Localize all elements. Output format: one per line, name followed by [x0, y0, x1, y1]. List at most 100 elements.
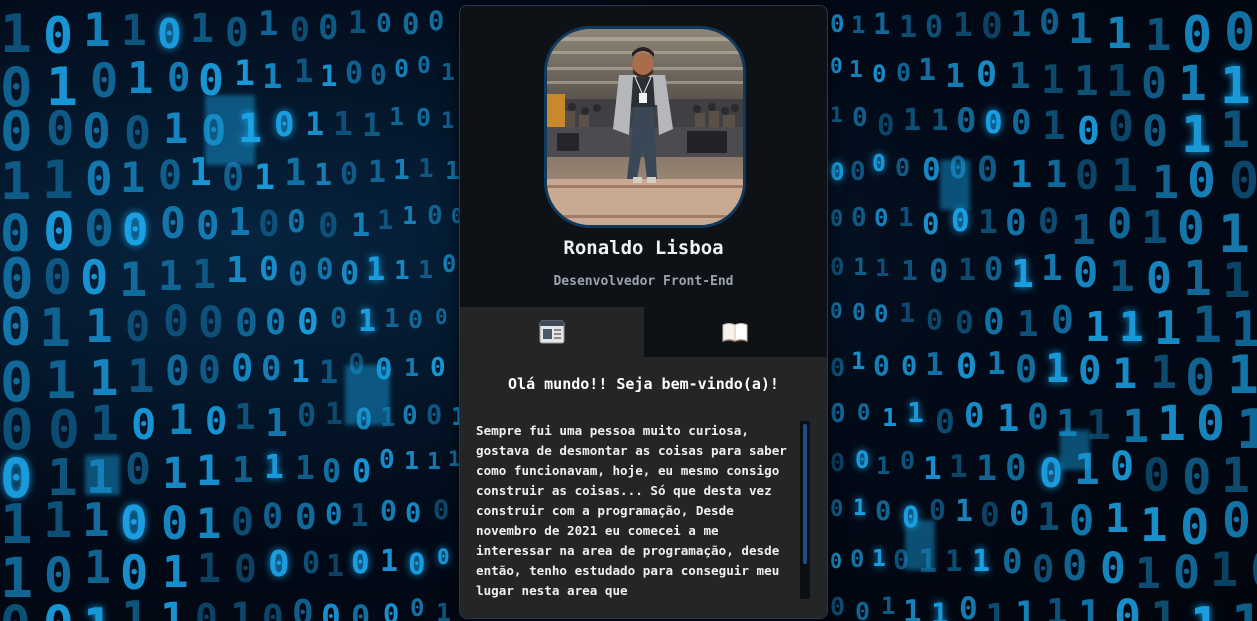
binary-digit: 1: [262, 57, 283, 97]
binary-digit: 0: [984, 105, 1003, 141]
binary-digit: 0: [165, 347, 190, 395]
binary-digit: 1: [976, 449, 998, 489]
binary-digit: 0: [295, 497, 317, 538]
binary-digit: 0: [830, 353, 846, 382]
binary-digit: 1: [953, 5, 973, 44]
binary-digit: 1: [1037, 495, 1060, 539]
background-glow: [1060, 430, 1090, 470]
tab-projects[interactable]: [643, 307, 827, 357]
profile-photo: [544, 26, 746, 228]
binary-digit: 0: [428, 6, 445, 37]
binary-digit: 0: [1075, 153, 1100, 199]
about-scrollbar[interactable]: [800, 421, 810, 599]
binary-digit: 1: [1078, 593, 1102, 621]
binary-digit: 1: [1045, 153, 1068, 196]
binary-digit: 0: [410, 594, 425, 621]
binary-digit: 1: [1017, 304, 1039, 345]
binary-digit: 1: [1157, 396, 1186, 452]
binary-digit: 0: [46, 102, 75, 157]
tab-about[interactable]: [460, 307, 644, 357]
binary-digit: 1: [1041, 248, 1063, 289]
binary-digit: 1: [1045, 346, 1070, 392]
binary-digit: 0: [290, 10, 310, 49]
binary-digit: 1: [389, 102, 405, 131]
binary-digit: 1: [314, 158, 333, 193]
binary-digit: 1: [230, 595, 255, 621]
binary-digit: 1: [436, 598, 452, 621]
binary-digit: 0: [830, 399, 846, 429]
binary-digit: 0: [830, 592, 846, 621]
binary-digit: 0: [877, 108, 895, 142]
binary-digit: 0: [433, 495, 450, 526]
binary-digit: 1: [295, 448, 315, 487]
binary-digit: 0: [855, 446, 870, 474]
binary-digit: 0: [408, 547, 426, 581]
about-text[interactable]: Sempre fui uma pessoa muito curiosa, gos…: [476, 421, 794, 601]
binary-digit: 1: [162, 547, 189, 598]
binary-digit: 0: [321, 597, 341, 621]
binary-digit: 0: [351, 598, 371, 621]
binary-digit: 0: [351, 545, 370, 581]
binary-digit: 1: [1192, 296, 1223, 354]
binary-digit: 1: [901, 254, 918, 287]
binary-digit: 1: [1010, 153, 1033, 196]
binary-digit: 1: [90, 396, 119, 452]
binary-digit: 1: [160, 594, 186, 621]
binary-digit: 0: [980, 495, 1000, 534]
binary-digit: 1: [872, 546, 886, 572]
binary-digit: 0: [435, 305, 448, 329]
binary-digit: 0: [984, 250, 1004, 288]
binary-digit: 1: [978, 202, 998, 241]
binary-digit: 1: [228, 200, 251, 244]
binary-digit: 1: [903, 103, 922, 138]
binary-digit: 1: [377, 205, 394, 236]
binary-digit: 0: [872, 60, 887, 88]
binary-digit: 0: [1222, 493, 1251, 549]
binary-digit: 1: [121, 591, 149, 621]
binary-digit: 0: [0, 600, 31, 621]
binary-digit: 0: [1108, 102, 1134, 152]
binary-digit: 1: [264, 447, 284, 486]
scrollbar-thumb[interactable]: [803, 424, 807, 564]
binary-digit: 0: [0, 100, 33, 163]
binary-digit: 1: [404, 446, 420, 475]
binary-digit: 1: [1068, 4, 1094, 53]
binary-digit: 1: [875, 254, 890, 282]
binary-digit: 1: [366, 250, 386, 288]
binary-digit: 1: [197, 546, 222, 592]
binary-digit: 0: [158, 153, 183, 199]
binary-digit: 0: [231, 500, 254, 544]
binary-digit: 1: [368, 155, 387, 190]
binary-digit: 1: [918, 53, 937, 88]
binary-digit: 1: [972, 544, 991, 579]
binary-digit: 1: [925, 347, 944, 383]
binary-digit: 1: [333, 104, 353, 143]
binary-digit: 1: [163, 104, 189, 153]
binary-digit: 0: [261, 349, 282, 389]
binary-digit: 1: [1152, 156, 1180, 209]
binary-digit: 1: [1009, 56, 1031, 97]
binary-digit: 0: [1180, 499, 1210, 556]
binary-digit: 0: [426, 400, 443, 431]
binary-digit: 0: [926, 303, 943, 336]
binary-digit: 0: [1015, 348, 1038, 391]
binary-digit: 0: [901, 351, 918, 382]
binary-digit: 0: [262, 598, 284, 621]
binary-digit: 1: [1085, 303, 1110, 351]
binary-digit: 0: [437, 545, 450, 569]
binary-digit: 0: [120, 546, 149, 601]
binary-digit: 0: [383, 599, 400, 621]
binary-digit: 0: [330, 301, 347, 334]
binary-digit: 0: [82, 104, 111, 160]
binary-digit: 0: [1100, 544, 1126, 594]
binary-digit: 0: [850, 157, 866, 187]
binary-digit: 1: [394, 256, 410, 286]
profile-card: Ronaldo Lisboa Desenvolvedor Front-End O…: [459, 5, 828, 619]
binary-digit: 0: [85, 152, 113, 206]
binary-digit: 0: [1250, 545, 1257, 597]
binary-digit: 0: [1069, 496, 1095, 545]
binary-digit: 0: [325, 497, 343, 531]
binary-digit: 1: [1145, 10, 1172, 61]
binary-digit: 1: [234, 54, 256, 94]
binary-digit: 1: [907, 396, 924, 429]
